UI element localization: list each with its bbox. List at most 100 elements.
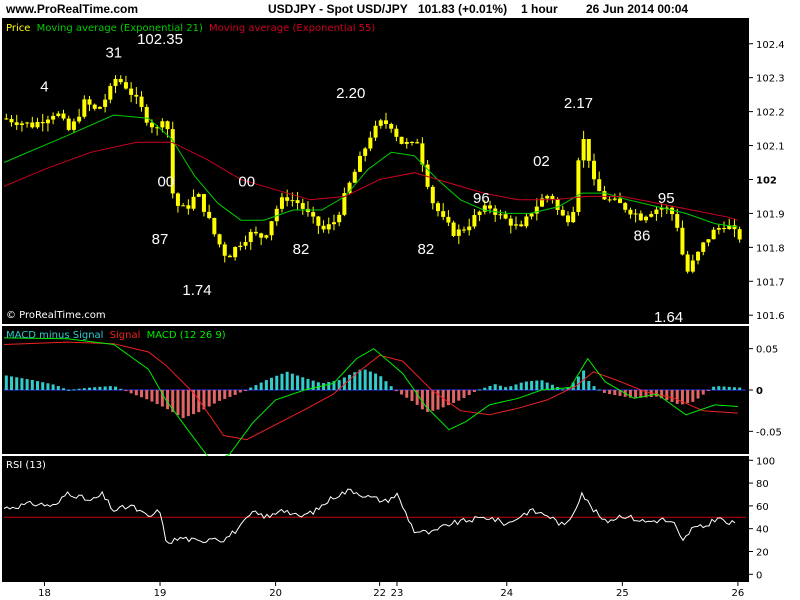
macd-histogram-bar (634, 390, 638, 399)
macd-histogram-bar (301, 377, 305, 390)
macd-histogram-bar (114, 386, 118, 390)
macd-histogram-bar (389, 386, 393, 390)
macd-histogram-bar (597, 389, 601, 391)
macd-histogram-bar (493, 384, 497, 390)
timestamp: 26 Jun 2014 00:04 (586, 2, 688, 16)
legend-ema55: Moving average (Exponential 55) (209, 23, 375, 34)
price-annotation: 1.74 (182, 282, 211, 299)
macd-histogram-bar (514, 384, 518, 390)
macd-histogram-bar (457, 390, 461, 401)
candle-body (352, 171, 357, 183)
macd-histogram-bar (124, 390, 128, 392)
macd-histogram-bar (181, 390, 185, 419)
macd-histogram-bar (280, 373, 284, 390)
macd-histogram-bar (384, 381, 388, 390)
watermark: © ProRealTime.com (6, 310, 106, 321)
candle-body (441, 211, 446, 217)
candle-body (30, 122, 35, 128)
candle-body (175, 193, 180, 206)
x-label: 20 (269, 588, 282, 599)
macd-histogram-bar (727, 386, 731, 390)
macd-histogram-bar (212, 390, 216, 404)
candle-body (243, 242, 248, 246)
macd-histogram-bar (15, 377, 19, 390)
candle-body (92, 104, 97, 109)
candle-body (196, 194, 201, 197)
candle-body (77, 116, 82, 122)
price-annotation: 02 (533, 153, 550, 170)
candle-body (368, 137, 373, 149)
macd-histogram-bar (327, 382, 331, 390)
macd-histogram-bar (93, 387, 97, 390)
candle-body (560, 209, 565, 216)
macd-histogram-bar (88, 387, 92, 390)
macd-histogram-bar (20, 378, 24, 390)
candle-body (701, 242, 706, 252)
candle-body (71, 121, 76, 130)
macd-histogram-bar (270, 377, 274, 390)
macd-histogram-bar (738, 387, 742, 390)
macd-histogram-bar (452, 390, 456, 403)
rsi-y-label: 40 (756, 525, 769, 536)
macd-histogram-bar (56, 386, 60, 390)
macd-histogram-bar (535, 380, 539, 390)
macd-histogram-bar (77, 388, 81, 390)
candle-body (363, 148, 368, 156)
candle-body (607, 199, 612, 201)
usdjpy-chart: www.ProRealTime.com USDJPY - Spot USD/JP… (0, 0, 800, 599)
x-label: 23 (391, 588, 404, 599)
candle-body (165, 121, 170, 130)
macd-histogram-bar (706, 390, 710, 391)
candle-body (711, 229, 716, 240)
candle-body (420, 143, 425, 165)
macd-histogram-bar (108, 386, 112, 390)
macd-histogram-bar (509, 386, 513, 390)
candle-body (373, 125, 378, 138)
site-url[interactable]: www.ProRealTime.com (5, 2, 138, 16)
price-y-label: 102.1 (756, 142, 785, 153)
candle-body (149, 122, 154, 128)
candle-body (586, 139, 591, 161)
macd-histogram-bar (405, 390, 409, 398)
macd-histogram-bar (62, 388, 66, 390)
macd-histogram-bar (467, 390, 471, 395)
candle-body (597, 179, 602, 192)
candle-body (706, 239, 711, 243)
macd-y-label: 0 (756, 386, 763, 397)
x-axis: 18 19 20 22 23 24 25 26 (38, 582, 744, 599)
candle-body (51, 115, 56, 120)
candle-body (4, 118, 9, 120)
candle-body (56, 113, 61, 116)
price-panel (2, 18, 749, 324)
macd-legend: MACD minus Signal Signal MACD (12 26 9) (6, 330, 226, 341)
macd-histogram-bar (654, 390, 658, 397)
macd-histogram-bar (410, 390, 414, 401)
macd-histogram-bar (10, 376, 14, 390)
price-annotation: 00 (238, 173, 255, 190)
candle-body (35, 121, 40, 128)
candle-body (550, 195, 555, 200)
macd-histogram-bar (732, 387, 736, 390)
macd-histogram-bar (686, 390, 690, 404)
rsi-y-label: 60 (756, 502, 769, 513)
candle-body (295, 200, 300, 204)
candle-body (383, 120, 388, 124)
candle-body (238, 245, 243, 247)
candle-body (545, 195, 550, 199)
price-y-label: 102.3 (756, 74, 785, 85)
candle-body (103, 99, 108, 107)
candle-body (477, 211, 482, 216)
macd-histogram-bar (140, 390, 144, 398)
candle-body (181, 205, 186, 207)
candle-body (722, 228, 727, 230)
rsi-y-axis: 100 80 60 40 20 0 (749, 456, 775, 581)
candle-body (129, 88, 134, 95)
candle-body (571, 211, 576, 223)
macd-histogram-bar (275, 375, 279, 390)
candle-body (555, 199, 560, 210)
macd-histogram-bar (665, 390, 669, 401)
macd-histogram-bar (498, 385, 502, 390)
macd-histogram-bar (701, 390, 705, 395)
candle-body (456, 229, 461, 236)
macd-histogram-bar (488, 385, 492, 390)
